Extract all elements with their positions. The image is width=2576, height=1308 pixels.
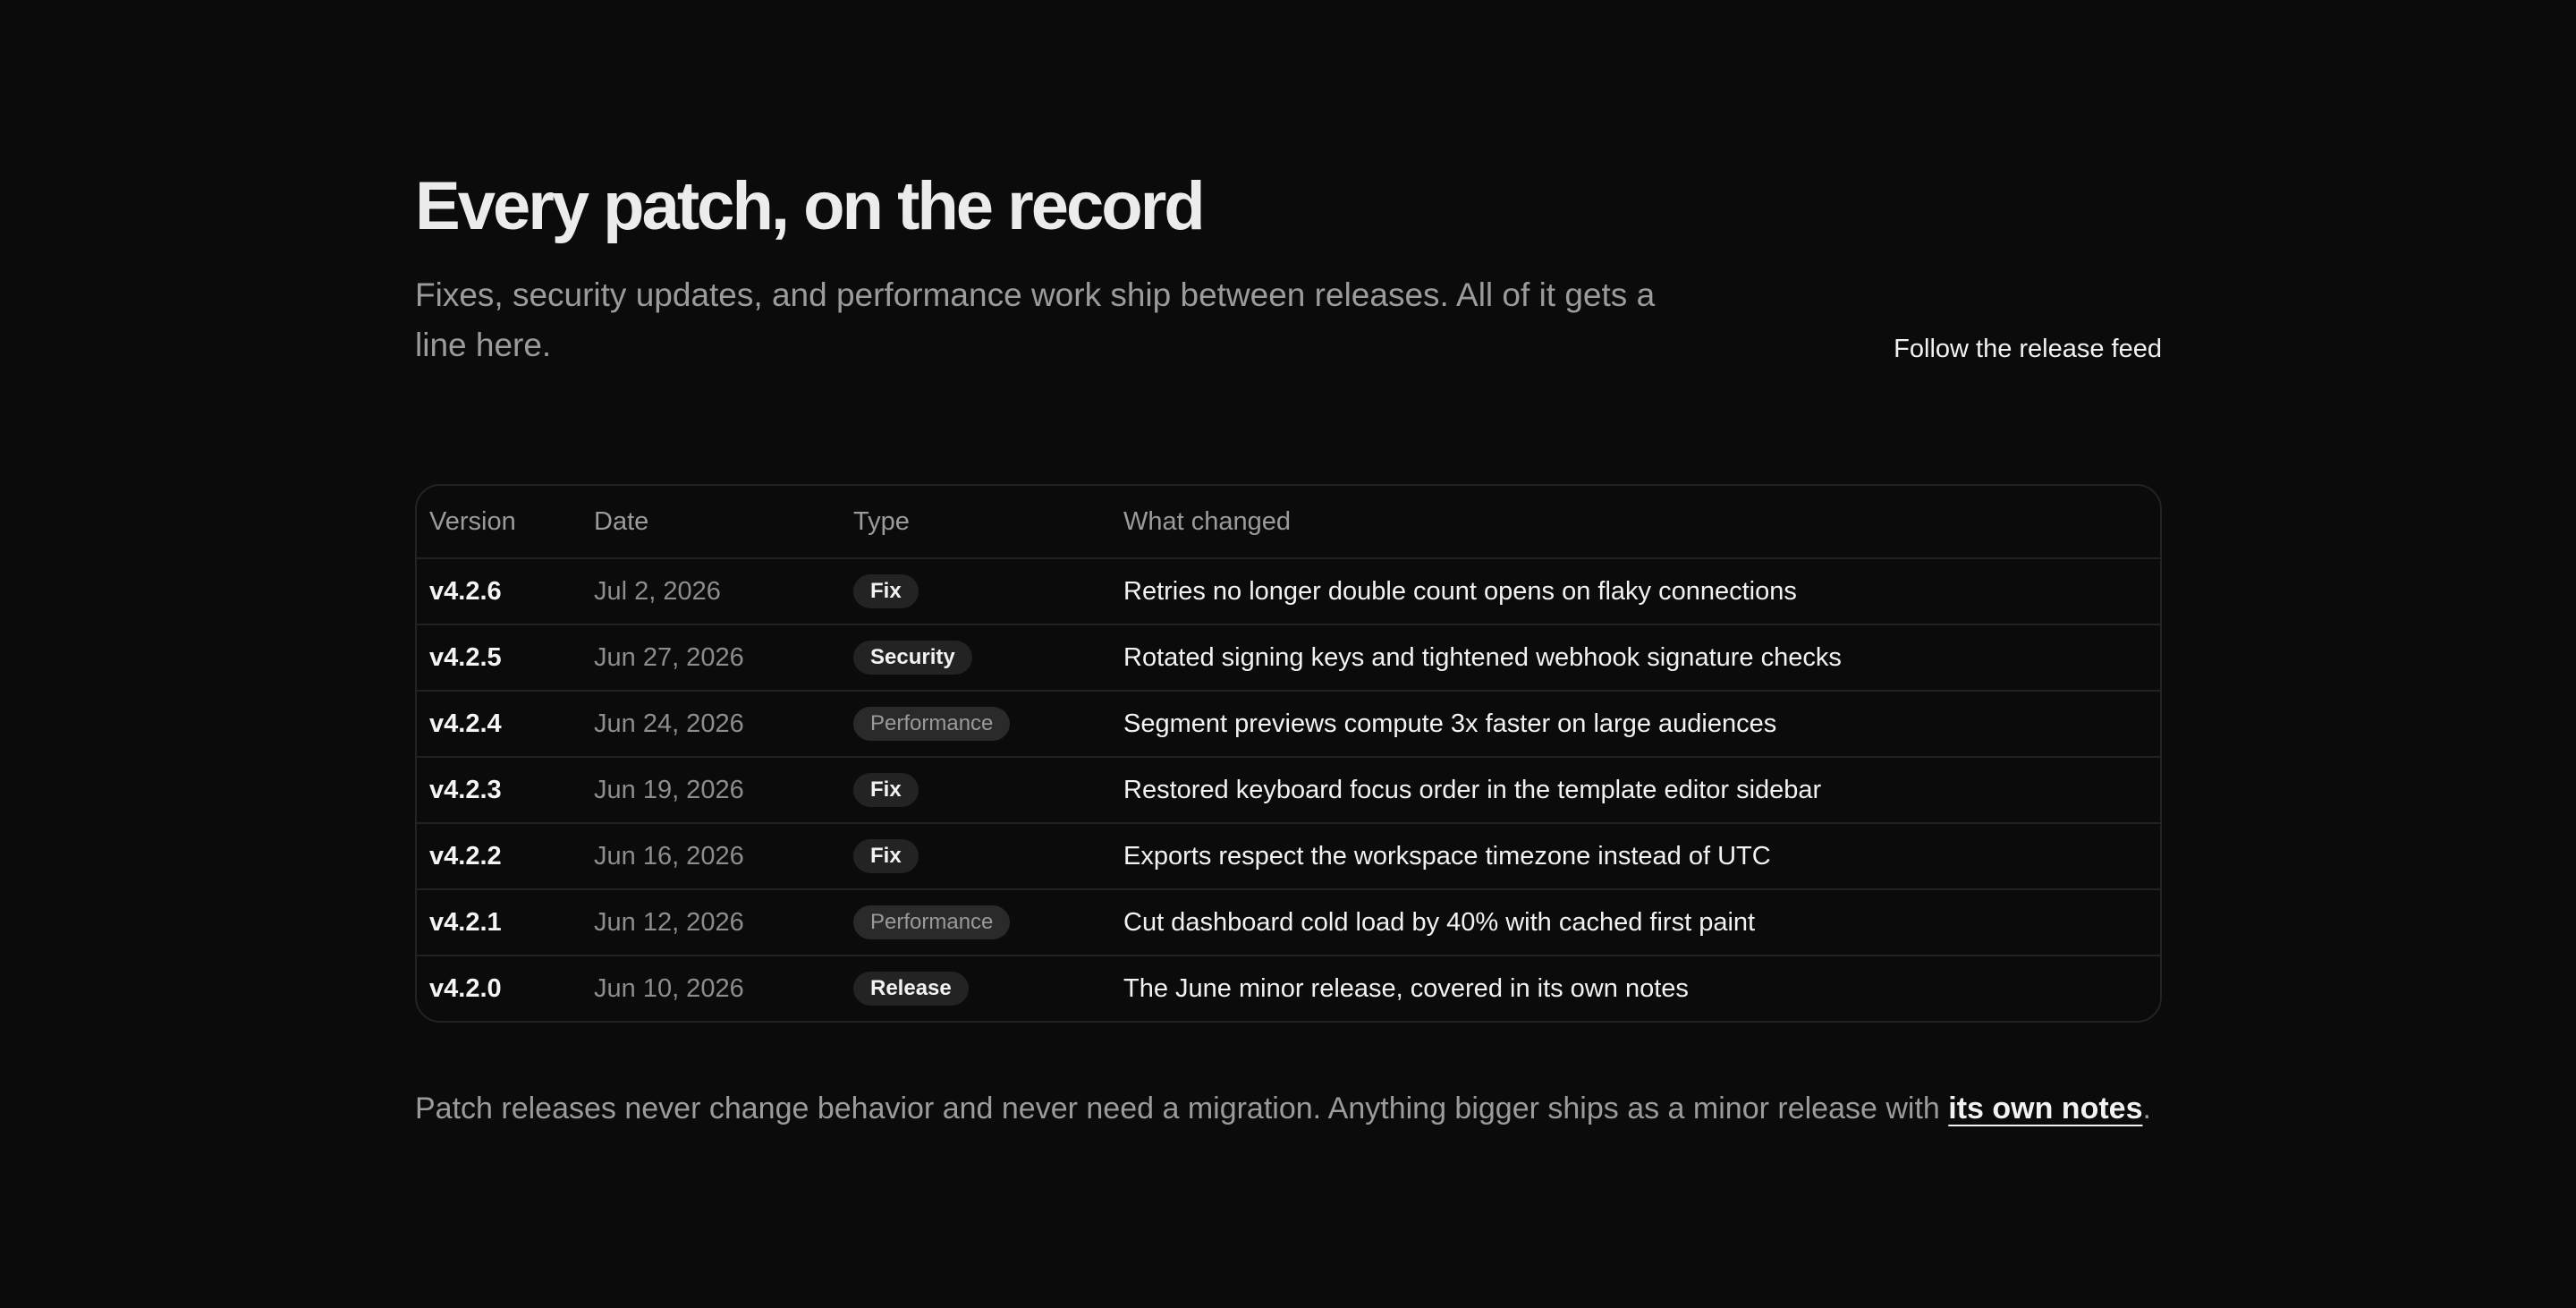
type-cell: Fix <box>853 824 919 888</box>
type-cell: Performance <box>853 692 1011 756</box>
type-cell: Fix <box>853 559 919 624</box>
date-cell: Jun 24, 2026 <box>594 709 744 738</box>
header-type: Type <box>853 506 910 536</box>
type-badge: Release <box>853 972 969 1006</box>
header-date: Date <box>594 506 649 536</box>
what-changed-cell: Retries no longer double count opens on … <box>1123 576 1797 606</box>
patch-table: Version Date Type What changed v4.2.6 Jul… <box>415 484 2162 1023</box>
version-cell: v4.2.3 <box>429 775 502 804</box>
footer-note-end: . <box>2142 1091 2151 1125</box>
type-badge: Performance <box>853 707 1011 741</box>
date-cell: Jun 12, 2026 <box>594 907 744 937</box>
footer-note-text: Patch releases never change behavior and… <box>415 1091 1949 1125</box>
type-cell: Security <box>853 625 972 690</box>
table-row: v4.2.6 Jul 2, 2026 Fix Retries no longer do… <box>417 557 2160 624</box>
type-cell: Performance <box>853 890 1011 955</box>
what-changed-cell: Segment previews compute 3x faster on la… <box>1123 709 1777 738</box>
what-changed-cell: Rotated signing keys and tightened webho… <box>1123 642 1842 672</box>
table-row: v4.2.4 Jun 24, 2026 Performance Segment pre… <box>417 690 2160 756</box>
date-cell: Jul 2, 2026 <box>594 576 721 606</box>
footer-note: Patch releases never change behavior and… <box>415 1091 2151 1126</box>
date-cell: Jun 27, 2026 <box>594 642 744 672</box>
type-cell: Fix <box>853 758 919 822</box>
date-cell: Jun 10, 2026 <box>594 973 744 1003</box>
date-cell: Jun 19, 2026 <box>594 775 744 804</box>
table-row: v4.2.5 Jun 27, 2026 Security Rotated signin… <box>417 624 2160 690</box>
version-cell: v4.2.5 <box>429 642 502 672</box>
date-cell: Jun 16, 2026 <box>594 841 744 871</box>
version-cell: v4.2.2 <box>429 841 502 871</box>
what-changed-cell: The June minor release, covered in its o… <box>1123 973 1689 1003</box>
type-badge: Fix <box>853 773 919 807</box>
what-changed-cell: Cut dashboard cold load by 40% with cach… <box>1123 907 1756 937</box>
what-changed-cell: Exports respect the workspace timezone i… <box>1123 841 1771 871</box>
table-header-row: Version Date Type What changed <box>417 486 2160 557</box>
type-badge: Security <box>853 641 972 675</box>
what-changed-cell: Restored keyboard focus order in the tem… <box>1123 775 1822 804</box>
version-cell: v4.2.6 <box>429 576 502 606</box>
version-cell: v4.2.1 <box>429 907 502 937</box>
hero-section: Every patch, on the record Fixes, securi… <box>0 0 2576 483</box>
header-what-changed: What changed <box>1123 506 1292 536</box>
version-cell: v4.2.4 <box>429 709 502 738</box>
type-badge: Fix <box>853 839 919 873</box>
table-row: v4.2.0 Jun 10, 2026 Release The June minor … <box>417 955 2160 1021</box>
follow-release-feed-link[interactable]: Follow the release feed <box>1894 335 2162 364</box>
table-row: v4.2.2 Jun 16, 2026 Fix Exports respect the… <box>417 822 2160 888</box>
table-row: v4.2.3 Jun 19, 2026 Fix Restored keyboard f… <box>417 756 2160 822</box>
header-version: Version <box>429 506 516 536</box>
type-badge: Performance <box>853 905 1011 939</box>
version-cell: v4.2.0 <box>429 973 502 1003</box>
type-cell: Release <box>853 956 969 1021</box>
own-notes-link[interactable]: its own notes <box>1948 1091 2142 1125</box>
type-badge: Fix <box>853 574 919 608</box>
page-subtitle: Fixes, security updates, and performance… <box>415 276 1656 363</box>
page-title: Every patch, on the record <box>415 168 1206 244</box>
table-row: v4.2.1 Jun 12, 2026 Performance Cut dashboa… <box>417 888 2160 955</box>
